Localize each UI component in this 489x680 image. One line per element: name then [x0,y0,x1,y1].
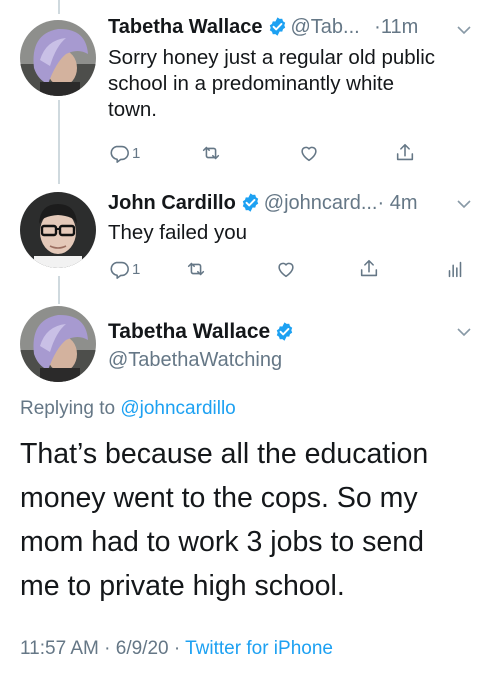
avatar-tabetha[interactable] [20,20,96,96]
tweet1-header: Tabetha Wallace @Tab... ·11m [108,16,418,39]
main-display-name[interactable]: Tabetha Wallace [108,320,270,343]
share-icon [396,143,414,161]
replying-to-handle-link[interactable]: @johncardillo [120,398,235,419]
share-button[interactable] [394,142,416,164]
verified-badge-icon [240,192,261,213]
reply-count: 1 [132,144,141,162]
analytics-button[interactable] [444,258,466,280]
reply-icon [110,261,129,279]
replying-to-label: Replying to [20,398,121,419]
like-button[interactable] [298,142,320,164]
analytics-icon [448,261,462,278]
chevron-down-icon[interactable] [456,22,472,38]
tweet2-display-name[interactable]: John Cardillo [108,192,236,214]
tweet2-timestamp[interactable]: · 4m [378,192,418,214]
chevron-down-icon[interactable] [456,324,472,340]
reply-count: 1 [132,260,141,278]
avatar-tabetha-main[interactable] [20,306,96,382]
tweet2-text: They failed you [108,221,248,244]
tweet-meta: 11:57 AM · 6/9/20 · Twitter for iPhone [20,638,333,660]
retweet-button[interactable] [185,258,207,280]
reply-icon [110,145,129,163]
retweet-icon [202,146,220,160]
tweet1-timestamp[interactable]: ·11m [374,16,418,38]
thread-line-2 [58,276,60,304]
tweet1-text: Sorry honey just a regular old public sc… [108,46,436,121]
thread-line-top [58,0,60,14]
tweet-timestamp: 11:57 AM · 6/9/20 · [20,638,186,659]
reply-button[interactable]: 1 [108,142,140,164]
avatar-john[interactable] [20,192,96,268]
tweet-source-link[interactable]: Twitter for iPhone [185,638,333,659]
share-icon [360,259,378,277]
reply-button[interactable]: 1 [108,258,140,280]
replying-to: Replying to @johncardillo [20,398,236,420]
main-author: Tabetha Wallace [108,320,298,344]
chevron-down-icon[interactable] [456,196,472,212]
retweet-icon [187,262,205,276]
verified-badge-icon [267,16,288,37]
like-button[interactable] [275,258,297,280]
thread-line-1 [58,100,60,184]
retweet-button[interactable] [200,142,222,164]
tweet1-display-name[interactable]: Tabetha Wallace [108,16,263,38]
tweet2-handle[interactable]: @johncard... [264,192,378,214]
main-tweet-text: That’s because all the education money w… [20,438,429,602]
heart-icon [278,262,294,278]
main-handle[interactable]: @TabethaWatching [108,349,282,372]
tweet2-header: John Cardillo @johncard...· 4m [108,192,418,215]
heart-icon [301,146,317,162]
verified-badge-icon [274,321,295,342]
share-button[interactable] [358,258,380,280]
tweet1-handle[interactable]: @Tab... [291,16,360,38]
